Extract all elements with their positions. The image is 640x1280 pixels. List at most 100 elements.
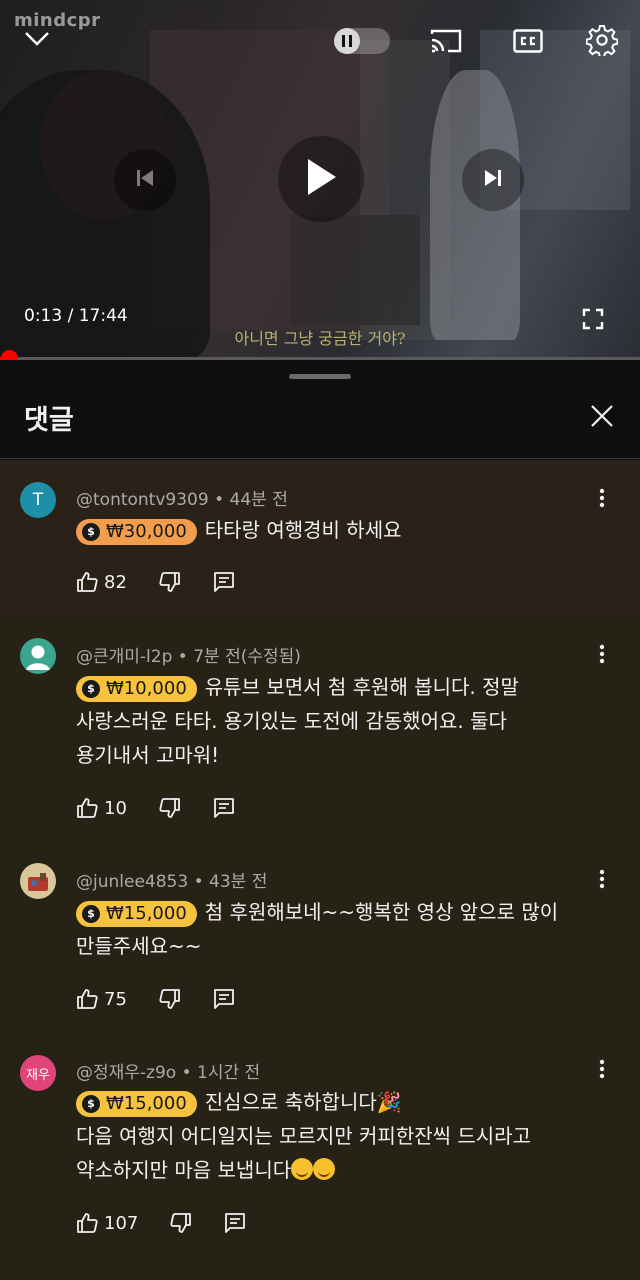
thumbs-down-icon (170, 1213, 192, 1233)
comment-actions: 82 (76, 568, 267, 596)
comment-meta: @정재우-z9o • 1시간 전 (76, 1058, 260, 1083)
comment-text: $ ₩15,000 첨 후원해보네~~행복한 영상 앞으로 많이 (76, 895, 596, 929)
thumbs-down-icon (159, 989, 180, 1009)
thumbs-up-icon (77, 989, 98, 1009)
reply-icon (214, 989, 234, 1009)
like-button[interactable]: 75 (76, 988, 127, 1010)
reply-icon (214, 572, 234, 592)
meta-dot: • (181, 1063, 198, 1083)
autoplay-toggle[interactable] (334, 28, 390, 54)
chip-amount: ₩30,000 (106, 521, 187, 542)
comment-item: @큰개미-l2p • 7분 전(수정됨) $ ₩10,000 유튜브 보면서 첨… (0, 618, 640, 843)
time-separator: / (62, 306, 79, 326)
comment-time: 44분 전 (229, 490, 288, 510)
comment-line: 만들주세요~~ (76, 934, 202, 958)
reply-button[interactable] (224, 1212, 246, 1234)
dislike-button[interactable] (159, 988, 181, 1010)
time-current: 0:13 (24, 306, 63, 326)
comment-author[interactable]: @큰개미-l2p (76, 647, 172, 667)
like-count: 107 (104, 1212, 139, 1234)
comment-item: @junlee4853 • 43분 전 $ ₩15,000 첨 후원해보네~~행… (0, 843, 640, 1033)
reply-icon (225, 1213, 246, 1233)
super-thanks-chip: $ ₩15,000 (76, 901, 197, 927)
comments-panel: 댓글 T @tontontv9309 • 44분 전 $ ₩30,000 타타랑… (0, 360, 640, 1280)
avatar[interactable]: 재우 (20, 1055, 56, 1091)
chip-amount: ₩15,000 (106, 903, 187, 924)
comment-line: 용기내서 고마워! (76, 743, 220, 767)
dislike-button[interactable] (159, 571, 181, 593)
time-display: 0:13 / 17:44 (24, 306, 128, 326)
super-thanks-chip: $ ₩15,000 (76, 1091, 197, 1117)
video-player[interactable]: mindcpr 0:13 / 17:44 아니면 그냥 궁금한 거야? (0, 0, 640, 358)
more-vert-icon (599, 488, 605, 512)
play-button[interactable] (278, 136, 364, 222)
close-button[interactable] (580, 396, 624, 440)
comment-item: 재우 @정재우-z9o • 1시간 전 $ ₩15,000 진심으로 축하합니다… (0, 1033, 640, 1280)
comment-actions: 75 (76, 985, 267, 1013)
comment-line: 유튜브 보면서 첨 후원해 봅니다. 정말 (204, 675, 519, 699)
comment-time: 7분 전(수정됨) (193, 647, 301, 667)
cc-icon[interactable] (512, 27, 544, 55)
super-thanks-chip: $ ₩10,000 (76, 676, 197, 702)
avatar[interactable]: T (20, 482, 56, 518)
smile-emoji-icon (291, 1158, 314, 1180)
comment-text: $ ₩15,000 진심으로 축하합니다🎉 (76, 1085, 596, 1119)
previous-button[interactable] (114, 149, 176, 211)
profile-photo-icon (28, 873, 48, 891)
thumbs-down-icon (159, 798, 180, 818)
comment-line: 사랑스러운 타타. 용기있는 도전에 감동했어요. 둘다 (76, 709, 507, 733)
super-thanks-icon: $ (82, 680, 100, 698)
comment-line: 다음 여행지 어디일지는 모르지만 커피한잔씩 드시라고 (76, 1124, 531, 1148)
comment-line-with-emoji: 약소하지만 마음 보냅니다 (76, 1153, 596, 1187)
more-options-button[interactable] (588, 867, 616, 895)
like-button[interactable]: 107 (76, 1212, 138, 1234)
comment-time: 43분 전 (209, 872, 268, 892)
super-thanks-chip: $ ₩30,000 (76, 519, 197, 545)
drag-handle[interactable] (289, 374, 351, 379)
more-vert-icon (599, 869, 605, 893)
avatar[interactable] (20, 863, 56, 899)
thumbs-down-icon (159, 572, 180, 592)
thumbs-up-icon (77, 572, 98, 592)
comment-author[interactable]: @정재우-z9o (76, 1063, 176, 1083)
next-button[interactable] (462, 149, 524, 211)
comment-text: $ ₩30,000 타타랑 여행경비 하세요 (76, 513, 596, 547)
comment-author[interactable]: @tontontv9309 (76, 490, 209, 510)
more-options-button[interactable] (588, 642, 616, 670)
more-options-button[interactable] (588, 486, 616, 514)
pause-icon (334, 28, 360, 54)
comment-actions: 10 (76, 794, 267, 822)
comment-line: 첨 후원해보네~~행복한 영상 앞으로 많이 (204, 900, 559, 924)
comment-author[interactable]: @junlee4853 (76, 872, 188, 892)
dislike-button[interactable] (170, 1212, 192, 1234)
thumbs-up-icon (77, 1213, 98, 1233)
default-avatar-icon (26, 645, 50, 670)
more-options-button[interactable] (588, 1057, 616, 1085)
smile-emoji-icon (313, 1158, 336, 1180)
cast-icon[interactable] (428, 26, 464, 56)
like-count: 10 (104, 797, 127, 819)
reply-button[interactable] (213, 571, 235, 593)
settings-icon[interactable] (584, 22, 620, 58)
reply-button[interactable] (213, 797, 235, 819)
super-thanks-icon: $ (82, 1095, 100, 1113)
play-icon (304, 157, 338, 201)
reply-icon (214, 798, 234, 818)
time-total: 17:44 (78, 306, 128, 326)
more-vert-icon (599, 644, 605, 668)
next-icon (483, 168, 503, 192)
reply-button[interactable] (213, 988, 235, 1010)
like-count: 82 (104, 571, 127, 593)
avatar[interactable] (20, 638, 56, 674)
like-button[interactable]: 10 (76, 797, 127, 819)
comment-meta: @junlee4853 • 43분 전 (76, 867, 267, 892)
comment-meta: @tontontv9309 • 44분 전 (76, 485, 288, 510)
panel-title: 댓글 (24, 405, 74, 436)
thumbs-up-icon (77, 798, 98, 818)
dislike-button[interactable] (159, 797, 181, 819)
like-button[interactable]: 82 (76, 571, 127, 593)
like-count: 75 (104, 988, 127, 1010)
comment-line: 진심으로 축하합니다🎉 (204, 1090, 402, 1114)
chevron-down-icon[interactable] (20, 22, 54, 56)
more-vert-icon (599, 1059, 605, 1083)
